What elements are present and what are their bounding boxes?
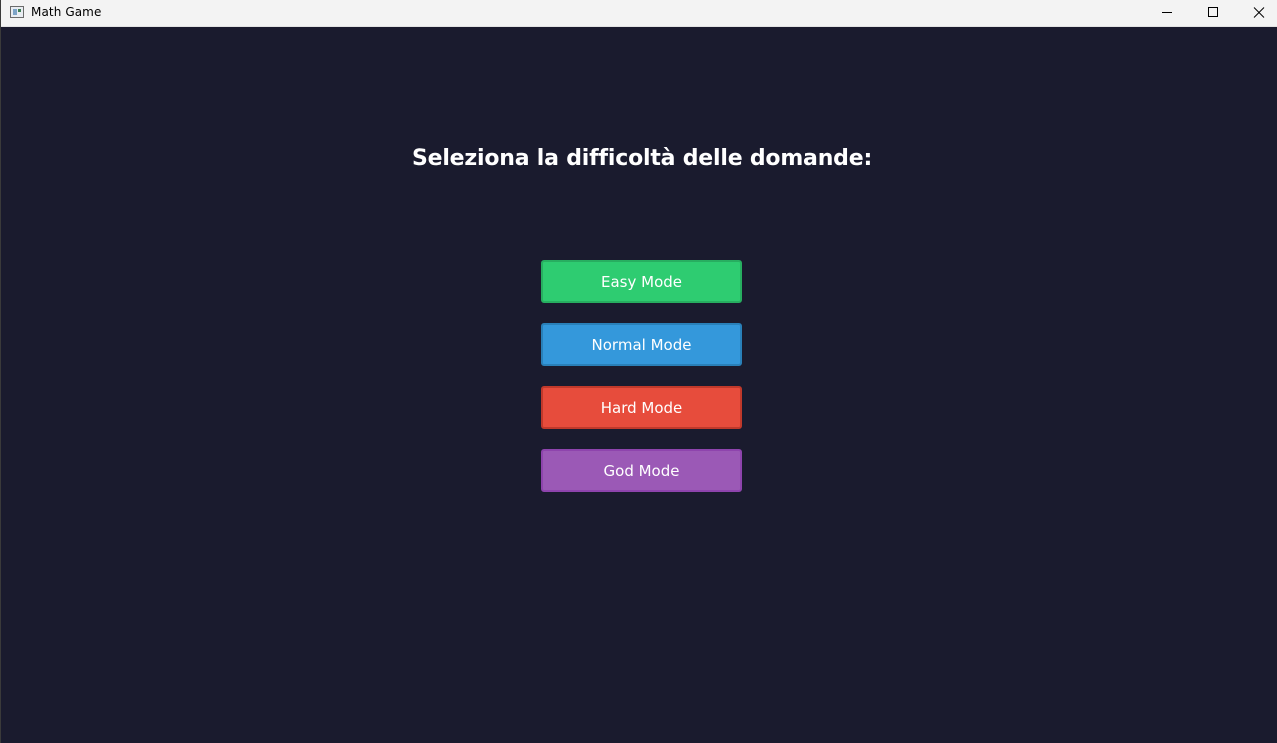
difficulty-heading: Seleziona la difficoltà delle domande: xyxy=(411,146,873,171)
normal-mode-button[interactable]: Normal Mode xyxy=(541,323,742,366)
maximize-button[interactable] xyxy=(1190,0,1236,27)
close-button[interactable] xyxy=(1236,0,1277,27)
minimize-button[interactable] xyxy=(1144,0,1190,27)
maximize-icon xyxy=(1208,7,1218,17)
close-icon xyxy=(1253,7,1265,18)
minimize-icon xyxy=(1162,12,1172,13)
easy-mode-button[interactable]: Easy Mode xyxy=(541,260,742,303)
window-title: Math Game xyxy=(31,5,102,19)
hard-mode-button[interactable]: Hard Mode xyxy=(541,386,742,429)
app-window-icon xyxy=(10,6,24,18)
app-window: Math Game Seleziona la difficoltà delle … xyxy=(0,0,1277,743)
god-mode-button[interactable]: God Mode xyxy=(541,449,742,492)
title-bar[interactable]: Math Game xyxy=(1,0,1277,27)
